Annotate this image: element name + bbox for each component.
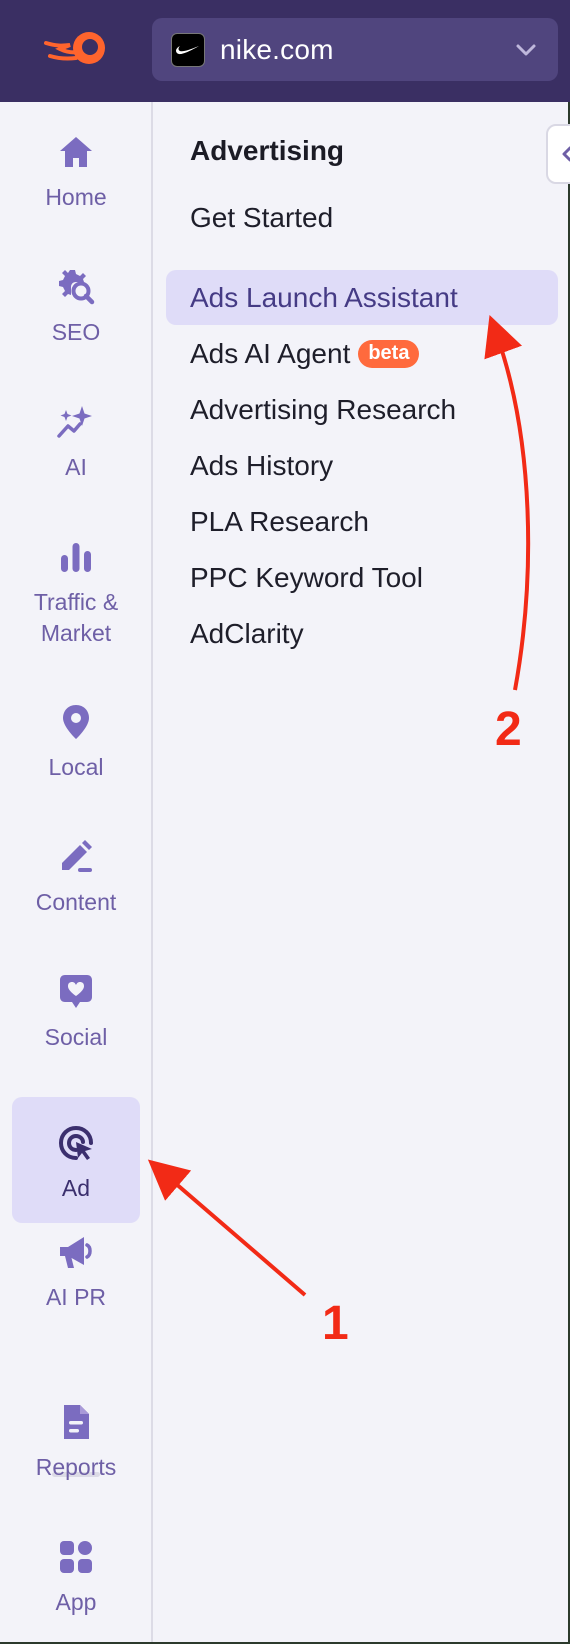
nav-label: Social (44, 1024, 108, 1050)
nav-item-content[interactable]: Content (12, 837, 140, 918)
menu-item-label: Ads AI Agent (190, 337, 351, 369)
domain-selector[interactable]: nike.com (152, 18, 558, 81)
annotation-step-2: 2 (495, 703, 522, 756)
menu-item-label: PPC Keyword Tool (190, 561, 423, 593)
seo-gear-search-icon (59, 270, 95, 305)
nav-item-ai-pr[interactable]: AI PR (12, 1232, 140, 1313)
nav-label: AI PR (45, 1284, 107, 1310)
collapse-panel-button[interactable] (546, 124, 570, 184)
nav-label: Local (48, 754, 104, 780)
bar-chart-icon (61, 543, 91, 572)
nav-item-ai[interactable]: AI (12, 402, 140, 483)
chevron-left-icon (562, 146, 570, 162)
arrow-step-1 (147, 1159, 307, 1297)
menu-item-ppc-keyword-tool[interactable]: PPC Keyword Tool (166, 550, 558, 605)
home-icon (60, 137, 92, 167)
menu-item-get-started[interactable]: Get Started (166, 190, 558, 245)
nav-label: Content (35, 889, 117, 915)
beta-badge: beta (358, 339, 420, 368)
nav-item-traffic-market[interactable]: Traffic & Market (12, 537, 140, 649)
megaphone-icon (60, 1237, 92, 1268)
chevron-down-icon[interactable] (514, 38, 538, 62)
target-cursor-icon (58, 1125, 93, 1160)
nav-label: Traffic & Market (33, 589, 119, 646)
menu-item-pla-research[interactable]: PLA Research (166, 494, 558, 549)
primary-nav-rail: Home SEO AI Traffic & Market Local Conte… (0, 102, 153, 1642)
menu-item-label: PLA Research (190, 505, 369, 537)
menu-item-ads-ai-agent[interactable]: Ads AI Agent beta (166, 326, 558, 381)
menu-item-label: Ads Launch Assistant (190, 281, 458, 313)
menu-item-advertising-research[interactable]: Advertising Research (166, 382, 558, 437)
app-frame: nike.com Home SEO AI Traffic & Market Lo… (0, 0, 570, 1644)
nav-item-home[interactable]: Home (12, 132, 140, 213)
nav-item-ad[interactable]: Ad (12, 1097, 140, 1223)
nav-item-social[interactable]: Social (12, 972, 140, 1053)
semrush-logo-icon[interactable] (40, 26, 112, 72)
document-icon (64, 1405, 89, 1439)
heart-message-icon (60, 975, 92, 1008)
panel-title: Advertising (190, 135, 345, 166)
nav-label: SEO (51, 319, 101, 345)
nike-favicon-icon (171, 32, 205, 67)
pencil-icon (62, 840, 92, 872)
menu-item-ads-history[interactable]: Ads History (166, 438, 558, 493)
domain-text: nike.com (220, 33, 334, 65)
annotation-step-1: 1 (322, 1297, 349, 1350)
menu-item-label: Advertising Research (190, 393, 457, 425)
nav-label: Home (45, 184, 107, 210)
menu-item-label: Ads History (190, 449, 334, 481)
nav-item-app[interactable]: App (12, 1537, 140, 1618)
nav-item-seo[interactable]: SEO (12, 267, 140, 348)
nav-label: Ad (61, 1175, 91, 1201)
apps-grid-icon (60, 1541, 92, 1573)
map-pin-icon (63, 705, 89, 739)
nav-label: AI (65, 454, 87, 480)
ai-sparkle-icon (57, 406, 92, 438)
menu-item-label: AdClarity (190, 617, 304, 649)
menu-item-ads-launch-assistant[interactable]: Ads Launch Assistant (166, 270, 558, 325)
menu-item-label: Get Started (190, 201, 334, 233)
top-bar: nike.com (0, 0, 570, 102)
nav-item-reports[interactable]: Reports (12, 1402, 140, 1483)
nav-label: App (55, 1589, 97, 1615)
menu-item-adclarity[interactable]: AdClarity (166, 606, 558, 661)
nav-label: Reports (35, 1454, 117, 1480)
nav-item-local[interactable]: Local (12, 702, 140, 783)
